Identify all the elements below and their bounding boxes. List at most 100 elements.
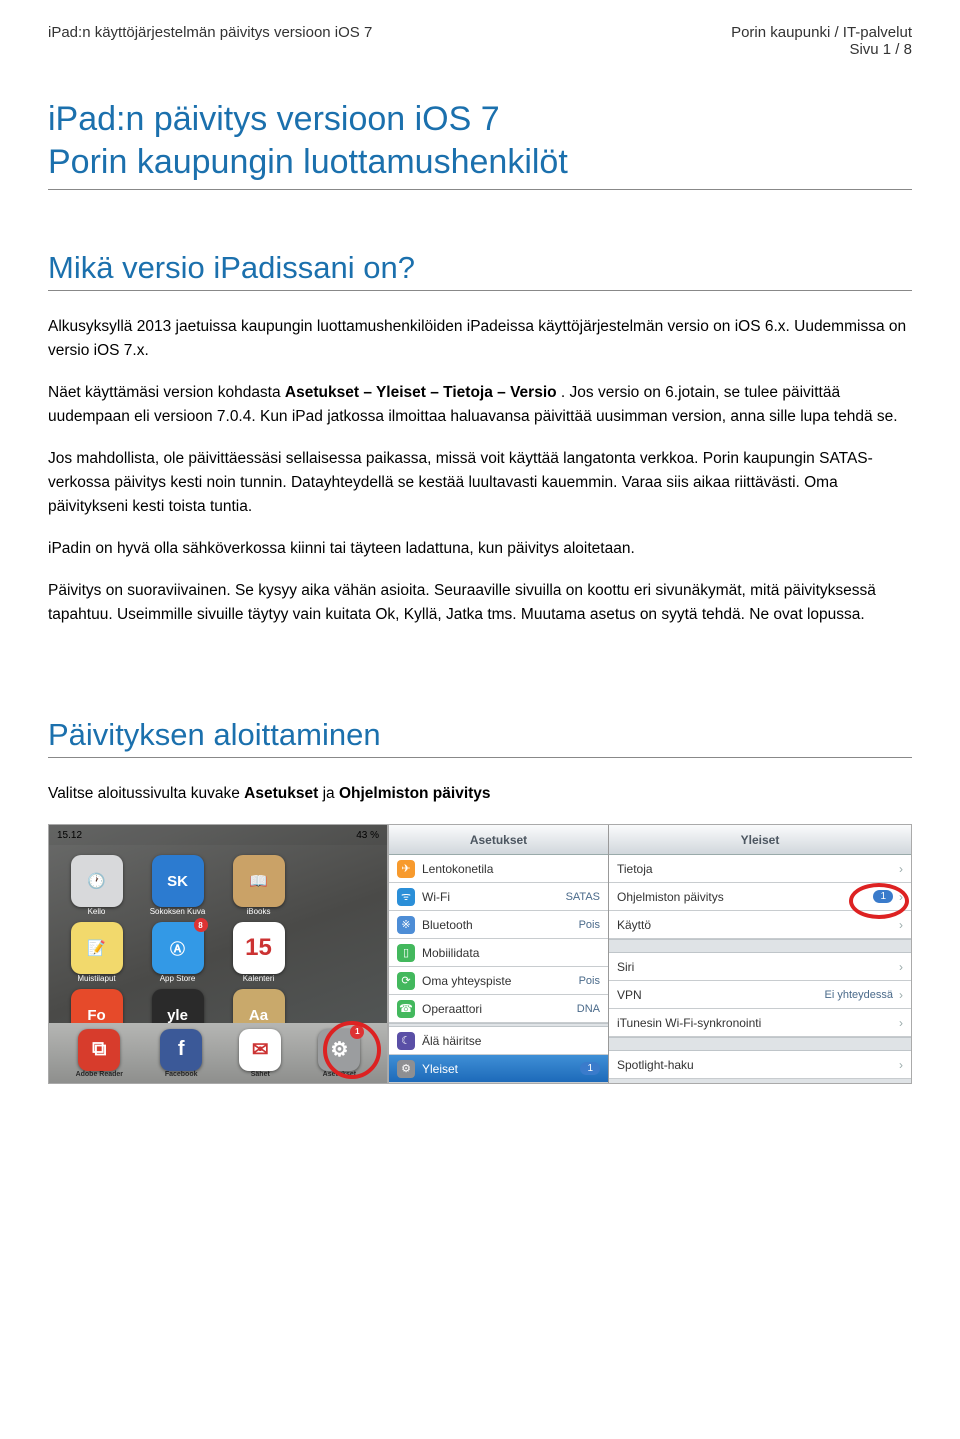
- settings-row[interactable]: Siri›: [609, 953, 911, 981]
- settings-row-selected[interactable]: ⚙ Yleiset 1: [389, 1055, 608, 1083]
- row-icon: ※: [397, 916, 415, 934]
- dock-app[interactable]: ⚙1Asetukset: [318, 1029, 360, 1078]
- text-span: Valitse aloitussivulta kuvake: [48, 785, 244, 802]
- badge-icon: 1: [580, 1062, 600, 1075]
- header-right-org: Porin kaupunki / IT-palvelut: [731, 24, 912, 41]
- settings-row[interactable]: iTunesin Wi-Fi-synkronointi ›: [609, 1009, 911, 1037]
- row-label: Oma yhteyspiste: [422, 974, 511, 988]
- chevron-right-icon: ›: [899, 1058, 903, 1072]
- settings-row[interactable]: ⟳ Oma yhteyspiste Pois: [389, 967, 608, 995]
- dock-app[interactable]: ⧉Adobe Reader: [76, 1029, 123, 1078]
- settings-row[interactable]: Käyttö ›: [609, 911, 911, 939]
- app-label: Kalenteri: [243, 974, 275, 983]
- row-label: Siri: [617, 960, 634, 974]
- app-label: iBooks: [246, 907, 270, 916]
- chevron-right-icon: ›: [899, 890, 903, 904]
- asetukset-bold: Asetukset: [244, 785, 318, 802]
- row-label: Lentokonetila: [422, 862, 493, 876]
- header-page-num: Sivu 1 / 8: [731, 41, 912, 58]
- app-icon: 📖: [233, 855, 285, 907]
- row-icon: ᯤ: [397, 888, 415, 906]
- group-gap: [609, 939, 911, 953]
- settings-row[interactable]: ☎OperaattoriDNA: [389, 995, 608, 1023]
- app-icon: ⧉: [78, 1029, 120, 1071]
- text-span: ja: [323, 785, 339, 802]
- home-app[interactable]: 15Kalenteri: [223, 922, 294, 983]
- settings-row[interactable]: ☾ Älä häiritse: [389, 1027, 608, 1055]
- app-label: Asetukset: [323, 1071, 356, 1078]
- row-icon: ⟳: [397, 972, 415, 990]
- section-heading-start: Päivityksen aloittaminen: [48, 717, 912, 758]
- app-icon: SK: [152, 855, 204, 907]
- app-icon: 🕐: [71, 855, 123, 907]
- badge-icon: 1: [350, 1025, 364, 1039]
- row-icon: ☾: [397, 1032, 415, 1050]
- settings-row[interactable]: ▯ Mobiilidata: [389, 939, 608, 967]
- chevron-right-icon: ›: [899, 988, 903, 1002]
- home-app[interactable]: 📖iBooks: [223, 855, 294, 916]
- app-label: Sokoksen Kuva: [150, 907, 206, 916]
- row-value: Pois: [579, 975, 600, 987]
- settings-row[interactable]: Ohjelmiston päivitys1›: [609, 883, 911, 911]
- row-label: Älä häiritse: [422, 1034, 481, 1048]
- row-label: Yleiset: [422, 1062, 458, 1076]
- home-app[interactable]: Ⓐ8App Store: [142, 922, 213, 983]
- badge-icon: 8: [194, 918, 208, 932]
- app-label: Kello: [88, 907, 106, 916]
- settings-row[interactable]: Tietoja›: [609, 855, 911, 883]
- settings-row[interactable]: Spotlight-haku ›: [609, 1051, 911, 1079]
- status-battery: 43 %: [356, 830, 379, 841]
- chevron-right-icon: ›: [899, 918, 903, 932]
- row-label: Käyttö: [617, 918, 651, 932]
- paragraph: Näet käyttämäsi version kohdasta Asetuks…: [48, 381, 912, 429]
- badge-icon: 1: [873, 890, 893, 903]
- doc-title-2: Porin kaupungin luottamushenkilöt: [48, 141, 912, 191]
- section-heading-version: Mikä versio iPadissani on?: [48, 250, 912, 291]
- paragraph: Jos mahdollista, ole päivittäessäsi sell…: [48, 447, 912, 519]
- app-icon: 📝: [71, 922, 123, 974]
- app-icon: ✉︎: [239, 1029, 281, 1071]
- row-value: DNA: [577, 1003, 600, 1015]
- paragraph: iPadin on hyvä olla sähköverkossa kiinni…: [48, 537, 912, 561]
- ohjelmiston-paivitys-bold: Ohjelmiston päivitys: [339, 785, 491, 802]
- app-icon: 15: [233, 922, 285, 974]
- status-time: 15.12: [57, 830, 82, 841]
- row-label: iTunesin Wi-Fi-synkronointi: [617, 1016, 761, 1030]
- app-icon: ⚙1: [318, 1029, 360, 1071]
- paragraph: Alkusyksyllä 2013 jaetuissa kaupungin lu…: [48, 315, 912, 363]
- row-value: SATAS: [566, 891, 600, 903]
- row-icon: ☎: [397, 1000, 415, 1018]
- settings-left-title: Asetukset: [389, 825, 608, 855]
- chevron-right-icon: ›: [899, 1016, 903, 1030]
- home-app[interactable]: 📝Muistilaput: [61, 922, 132, 983]
- dock-app[interactable]: ✉︎Sähet: [239, 1029, 281, 1078]
- paragraph: Valitse aloitussivulta kuvake Asetukset …: [48, 782, 912, 806]
- home-app[interactable]: 🕐Kello: [61, 855, 132, 916]
- ipad-settings-screenshot: Asetukset ✈︎ Lentokonetila ᯤ Wi-Fi SATAS ※ Blu…: [388, 824, 912, 1084]
- group-gap: [609, 1037, 911, 1051]
- row-icon: ⚙: [397, 1060, 415, 1078]
- row-icon: ▯: [397, 944, 415, 962]
- settings-row[interactable]: VPN Ei yhteydessä ›: [609, 981, 911, 1009]
- row-label: VPN: [617, 988, 642, 1002]
- row-value: Ei yhteydessä: [825, 989, 893, 1001]
- home-app[interactable]: SKSokoksen Kuva: [142, 855, 213, 916]
- header-left: iPad:n käyttöjärjestelmän päivitys versi…: [48, 24, 372, 58]
- app-icon: Ⓐ8: [152, 922, 204, 974]
- row-label: Spotlight-haku: [617, 1058, 694, 1072]
- settings-row[interactable]: ※ Bluetooth Pois: [389, 911, 608, 939]
- settings-row[interactable]: ᯤ Wi-Fi SATAS: [389, 883, 608, 911]
- doc-title-1: iPad:n päivitys versioon iOS 7: [48, 98, 912, 141]
- app-label: Muistilaput: [77, 974, 115, 983]
- settings-path-bold: Asetukset – Yleiset – Tietoja – Versio: [285, 384, 557, 401]
- dock-app[interactable]: fFacebook: [160, 1029, 202, 1078]
- row-label: Bluetooth: [422, 918, 473, 932]
- row-label: Wi-Fi: [422, 890, 450, 904]
- row-label: Tietoja: [617, 862, 653, 876]
- row-value: Pois: [579, 919, 600, 931]
- row-label: Mobiilidata: [422, 946, 479, 960]
- app-icon: f: [160, 1029, 202, 1071]
- row-icon: ✈︎: [397, 860, 415, 878]
- settings-row[interactable]: ✈︎ Lentokonetila: [389, 855, 608, 883]
- app-label: Adobe Reader: [76, 1071, 123, 1078]
